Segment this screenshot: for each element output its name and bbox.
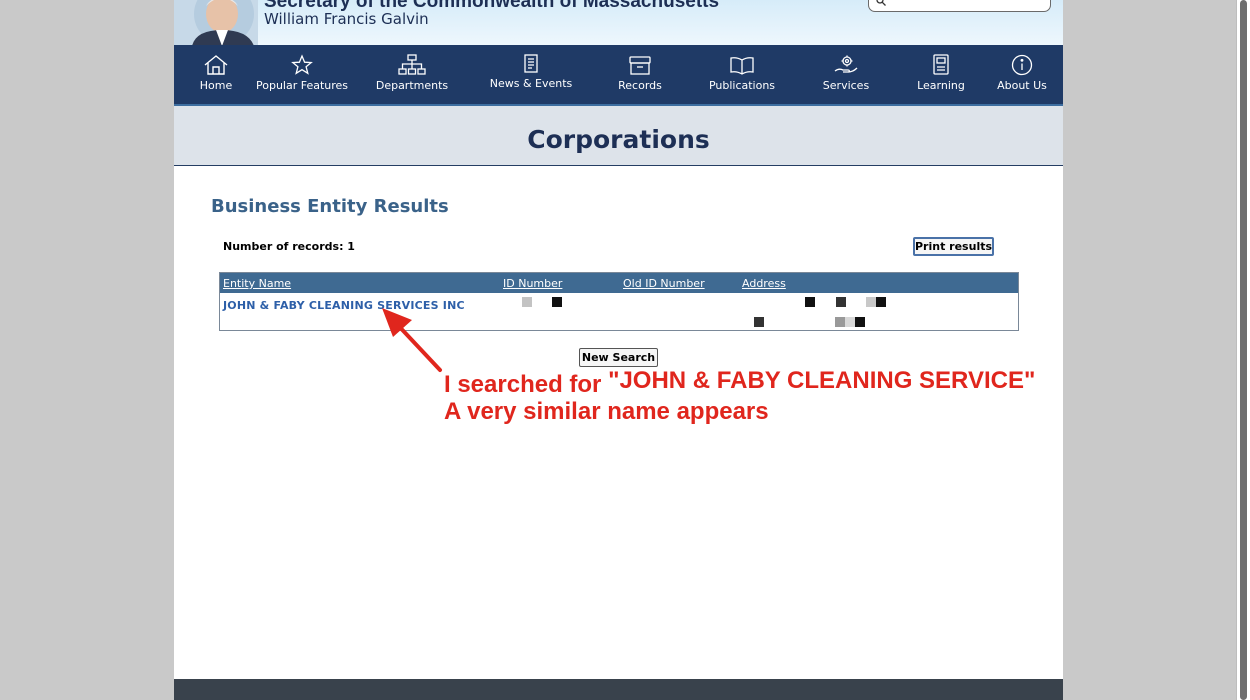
nav-label: Popular Features [256,79,349,92]
page: Secretary of the Commonwealth of Massach… [174,0,1063,700]
nav-label: About Us [997,79,1047,92]
info-icon [1011,54,1033,76]
table-header-row: Entity Name ID Number Old ID Number Addr… [220,273,1018,293]
nav-label: Records [618,79,662,92]
annotation-quote: "JOHN & FABY CLEANING SERVICE" [608,367,1036,394]
redacted-block [845,317,855,327]
star-icon [291,54,313,75]
portrait-image [174,0,258,45]
nav-label: Services [822,79,870,92]
nav-item-learning[interactable]: Learning [912,45,970,103]
nav-label: Learning [917,79,965,92]
records-count: Number of records: 1 [223,240,355,253]
print-results-button[interactable]: Print results [913,237,994,256]
annotation-prefix: I searched for [444,371,609,398]
site-footer [174,679,1063,700]
redacted-block [805,297,815,307]
main-nav: Home Popular Features Departments News &… [174,45,1063,106]
org-chart-icon [398,54,426,75]
nav-item-services[interactable]: Services [820,45,872,103]
nav-item-records[interactable]: Records [614,45,666,103]
page-title: Corporations [527,125,710,154]
redacted-block [855,317,865,327]
column-header-old-id-number[interactable]: Old ID Number [623,277,705,290]
archive-box-icon [629,56,651,75]
nav-label: Departments [375,79,449,92]
redacted-block [835,317,845,327]
nav-item-departments[interactable]: Departments [372,45,452,103]
nav-item-home[interactable]: Home [192,45,240,103]
news-icon [524,54,538,73]
book-icon [933,54,949,75]
annotation-line-1: I searched for "JOHN & FABY CLEANING SER… [444,367,1035,399]
nav-label: News & Events [489,77,573,90]
page-banner: Corporations [174,106,1063,166]
site-subtitle: William Francis Galvin [264,10,429,28]
redacted-block [876,297,886,307]
annotation-line-2: A very similar name appears [444,398,769,425]
redacted-block [866,297,876,307]
nav-item-about-us[interactable]: About Us [994,45,1050,103]
redacted-block [836,297,846,307]
nav-item-popular-features[interactable]: Popular Features [256,45,348,103]
window-scrollbar[interactable] [1236,0,1250,700]
annotation-arrow [382,308,442,372]
column-header-id-number[interactable]: ID Number [503,277,562,290]
hand-gear-icon [834,55,858,73]
redacted-block [552,297,562,307]
column-header-entity-name[interactable]: Entity Name [223,277,291,290]
new-search-button[interactable]: New Search [579,348,658,367]
results-table: Entity Name ID Number Old ID Number Addr… [219,272,1019,331]
open-book-icon [730,57,754,75]
site-search-input[interactable] [868,0,1051,12]
scrollbar-thumb[interactable] [1240,0,1247,700]
nav-label: Home [199,79,233,92]
results-heading: Business Entity Results [211,196,449,217]
home-icon [204,55,228,75]
site-header: Secretary of the Commonwealth of Massach… [174,0,1063,45]
nav-label: Publications [708,79,776,92]
nav-item-publications[interactable]: Publications [706,45,778,103]
nav-item-news-events[interactable]: News & Events [488,45,574,103]
redacted-block [754,317,764,327]
column-header-address[interactable]: Address [742,277,786,290]
redacted-block [522,297,532,307]
search-icon [876,0,886,6]
